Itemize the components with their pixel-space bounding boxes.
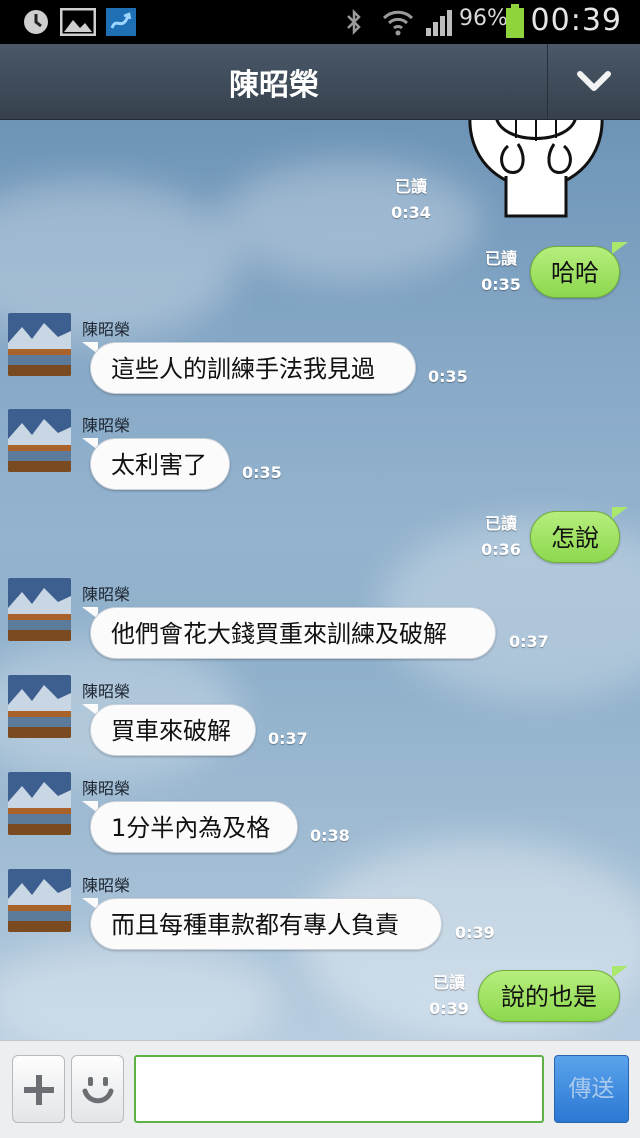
battery-percent: 96%: [459, 6, 508, 31]
read-receipt: 已讀 0:39: [429, 973, 469, 1018]
outgoing-message-bubble[interactable]: 說的也是: [478, 970, 620, 1022]
message-time: 0:37: [509, 632, 549, 651]
wifi-icon: [382, 10, 414, 36]
incoming-message-bubble[interactable]: 這些人的訓練手法我見過: [90, 342, 416, 394]
avatar-landscape-image: [8, 409, 71, 472]
app-notification-icon: [106, 8, 136, 36]
bubble-tail: [612, 242, 628, 254]
incoming-message-bubble[interactable]: 而且每種車款都有專人負責: [90, 898, 442, 950]
incoming-message-bubble[interactable]: 太利害了: [90, 438, 230, 490]
bg-cloud: [220, 160, 480, 280]
battery-icon: [506, 4, 524, 38]
message-time: 0:38: [310, 826, 350, 845]
read-receipt: 已讀 0:36: [481, 514, 521, 559]
bg-cloud: [0, 940, 280, 1040]
avatar-landscape-image: [8, 869, 71, 932]
bubble-tail: [612, 507, 628, 519]
emoticon-button[interactable]: [71, 1055, 124, 1123]
avatar[interactable]: [8, 313, 71, 376]
message-input-bar: 傳送: [0, 1040, 640, 1138]
chat-title: 陳昭榮: [229, 68, 319, 103]
sender-name: 陳昭榮: [82, 876, 131, 895]
avatar-landscape-image: [8, 313, 71, 376]
signal-icon: [426, 10, 452, 36]
outgoing-message-bubble[interactable]: 哈哈: [530, 246, 620, 298]
chat-header: 陳昭榮: [0, 44, 640, 120]
message-text-field[interactable]: [134, 1055, 544, 1123]
send-button[interactable]: 傳送: [554, 1055, 629, 1123]
avatar[interactable]: [8, 578, 71, 641]
grinning-character-sticker: [468, 120, 604, 218]
header-menu-button[interactable]: [548, 44, 640, 120]
avatar-landscape-image: [8, 772, 71, 835]
gallery-icon: [60, 8, 96, 36]
avatar[interactable]: [8, 409, 71, 472]
message-time: 0:39: [455, 923, 495, 942]
sender-name: 陳昭榮: [82, 320, 131, 339]
bubble-tail: [612, 966, 628, 978]
sender-name: 陳昭榮: [82, 682, 131, 701]
sender-name: 陳昭榮: [82, 779, 131, 798]
sticker-read-receipt: 已讀 0:34: [391, 177, 431, 222]
smiley-icon: [82, 1077, 114, 1104]
message-time: 0:37: [268, 729, 308, 748]
incoming-message-bubble[interactable]: 他們會花大錢買重來訓練及破解: [90, 607, 496, 659]
alarm-icon: [24, 10, 48, 34]
avatar-landscape-image: [8, 675, 71, 738]
avatar[interactable]: [8, 869, 71, 932]
avatar[interactable]: [8, 675, 71, 738]
status-bar: 96% 00:39: [0, 0, 640, 44]
incoming-message-bubble[interactable]: 1分半內為及格: [90, 801, 298, 853]
avatar-landscape-image: [8, 578, 71, 641]
read-receipt: 已讀 0:35: [481, 249, 521, 294]
sender-name: 陳昭榮: [82, 416, 131, 435]
avatar[interactable]: [8, 772, 71, 835]
outgoing-message-bubble[interactable]: 怎說: [530, 511, 620, 563]
attach-button[interactable]: [12, 1055, 65, 1123]
chat-area[interactable]: 已讀 0:34 已讀 0:35 哈哈 陳昭榮 這些人的訓練手法我見過 0:35 …: [0, 120, 640, 1040]
status-clock: 00:39: [530, 3, 622, 38]
bluetooth-icon: [347, 8, 361, 36]
message-time: 0:35: [242, 463, 282, 482]
message-time: 0:35: [428, 367, 468, 386]
chevron-down-icon: [577, 71, 611, 91]
incoming-message-bubble[interactable]: 買車來破解: [90, 704, 256, 756]
plus-icon: [24, 1075, 54, 1105]
sender-name: 陳昭榮: [82, 585, 131, 604]
